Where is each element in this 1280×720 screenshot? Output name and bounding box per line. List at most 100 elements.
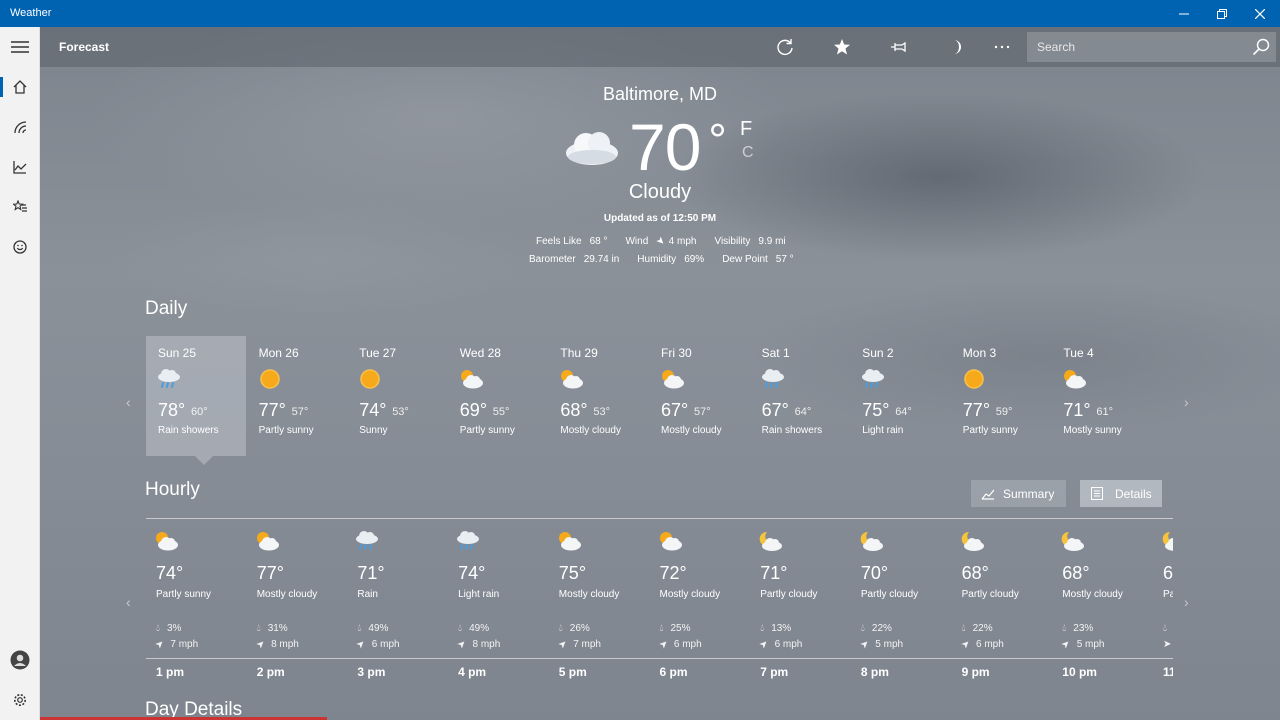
nav-maps[interactable]: [0, 111, 40, 143]
day-condition: Mostly cloudy: [560, 425, 621, 436]
daily-card[interactable]: Mon 3 77° 59° Partly sunny: [951, 336, 1051, 456]
wind-arrow-icon: ➤: [757, 637, 772, 652]
wind: Wind ➤ 4 mph: [625, 235, 697, 249]
day-name: Thu 29: [560, 346, 598, 360]
hour-condition: Pa: [1163, 589, 1173, 600]
restore-button[interactable]: [1203, 0, 1241, 27]
droplet-icon: 💧︎: [156, 623, 160, 634]
wind-value: 4 mph: [668, 236, 697, 247]
unit-fahrenheit[interactable]: F: [740, 118, 752, 141]
day-low: 53°: [593, 406, 611, 418]
refresh-button[interactable]: [773, 35, 797, 59]
daily-prev-button[interactable]: ‹: [126, 394, 131, 410]
nav-forecast[interactable]: [0, 71, 40, 103]
day-high: 71°: [1063, 400, 1091, 420]
cloud-icon: [564, 127, 620, 167]
gear-icon: [14, 694, 26, 706]
unit-celsius[interactable]: C: [742, 144, 754, 162]
updated-time: Updated as of 12:50 PM: [603, 213, 717, 224]
favorite-button[interactable]: [830, 35, 854, 59]
wind-arrow-icon: ➤: [1059, 637, 1074, 652]
visibility: Visibility 9.9 mi: [714, 236, 785, 247]
hour-precip: 💧︎ 26%: [559, 623, 590, 634]
nav-life[interactable]: [0, 231, 40, 263]
droplet-icon: 💧︎: [860, 623, 865, 634]
hour-temp: 74°: [156, 563, 184, 583]
smiley-icon: [13, 240, 27, 254]
day-condition: Partly sunny: [258, 425, 314, 436]
day-name: Sat 1: [761, 346, 790, 360]
daily-card[interactable]: Wed 28 69° 55° Partly sunny: [448, 336, 548, 456]
hour-precip: 💧︎ 31%: [257, 623, 288, 634]
precip-value: 49%: [368, 623, 389, 634]
page-title: Forecast: [59, 40, 110, 54]
search-icon[interactable]: [1252, 38, 1270, 56]
precip-value: 23%: [1073, 623, 1094, 634]
hourly-prev-button[interactable]: ‹: [126, 594, 131, 610]
feels-like-value: 68 °: [589, 236, 608, 247]
humidity-value: 69%: [684, 254, 705, 265]
settings-button[interactable]: [0, 684, 40, 716]
daily-heading: Daily: [145, 298, 188, 319]
chart-icon: [13, 161, 27, 174]
close-button[interactable]: [1241, 0, 1279, 27]
hour-wind: ➤ 8 mph: [455, 638, 500, 652]
current-condition: Cloudy: [628, 181, 692, 203]
humidity-label: Humidity: [637, 254, 677, 265]
daily-card[interactable]: Sun 25 78° 60° Rain showers: [146, 336, 246, 465]
day-name: Fri 30: [661, 346, 692, 360]
refresh-icon: [777, 39, 793, 56]
hourly-list: 74° Partly sunny 💧︎ 3% ➤ 7 mph 1 pm 77° Mostly c…: [146, 517, 1173, 687]
pin-icon: [891, 41, 906, 53]
droplet-icon: 💧︎: [1062, 623, 1067, 634]
day-condition: Mostly sunny: [1063, 425, 1122, 436]
search-box[interactable]: [1027, 32, 1276, 62]
minimize-button[interactable]: [1165, 0, 1203, 27]
pin-button[interactable]: [887, 35, 911, 59]
nav-historical[interactable]: [0, 151, 40, 183]
hour-precip: 💧︎ 23%: [1062, 623, 1093, 634]
daily-next-button[interactable]: ›: [1184, 394, 1189, 410]
day-name: Tue 4: [1063, 346, 1094, 360]
daily-card[interactable]: Tue 4 71° 61° Mostly sunny: [1051, 336, 1151, 456]
hour-precip: 💧︎ 3%: [156, 623, 181, 634]
search-input[interactable]: [1027, 32, 1247, 62]
partly-sunny-icon: [458, 368, 484, 390]
hourly-next-button[interactable]: ›: [1184, 594, 1189, 610]
details-button[interactable]: Details: [1080, 480, 1162, 507]
hour-time: 1 pm: [156, 665, 185, 679]
hour-condition: Partly cloudy: [760, 589, 818, 600]
account-button[interactable]: [0, 644, 40, 676]
wind-value: 7 mph: [170, 639, 199, 650]
hamburger-menu-button[interactable]: [0, 31, 40, 63]
daily-card[interactable]: Fri 30 67° 57° Mostly cloudy: [649, 336, 749, 456]
day-condition: Mostly cloudy: [661, 425, 722, 436]
daily-card[interactable]: Mon 26 77° 57° Partly sunny: [247, 336, 347, 456]
hour-time: 9 pm: [961, 665, 990, 679]
daily-card[interactable]: Sun 2 75° 64° Light rain: [850, 336, 950, 456]
daily-card[interactable]: Sat 1 67° 64° Rain showers: [750, 336, 850, 456]
day-high: 75°: [862, 400, 890, 420]
hour-condition: Light rain: [458, 589, 500, 600]
temperature-value: 70: [629, 110, 701, 184]
summary-button[interactable]: Summary: [971, 480, 1066, 507]
more-icon: [994, 45, 1010, 49]
wind-arrow-icon: ➤: [1163, 639, 1172, 650]
daily-card[interactable]: Tue 27 74° 53° Sunny: [347, 336, 447, 456]
rain-icon: [760, 368, 786, 390]
precip-value: 26%: [569, 623, 590, 634]
wind-label: Wind: [625, 236, 649, 247]
restore-icon: [1217, 8, 1227, 19]
hour-temp: 71°: [760, 563, 788, 583]
partly-sunny-icon: [558, 368, 584, 390]
daily-card[interactable]: Thu 29 68° 53° Mostly cloudy: [548, 336, 648, 456]
hour-temp: 75°: [558, 563, 587, 583]
hourly-heading: Hourly: [145, 479, 200, 500]
more-button[interactable]: [990, 35, 1014, 59]
nav-favorites[interactable]: [0, 191, 40, 223]
favorites-icon: [13, 200, 27, 212]
day-high: 74°: [359, 400, 387, 420]
hour-condition: Partly cloudy: [860, 589, 919, 600]
dark-mode-button[interactable]: [943, 35, 967, 59]
partly-moon-icon: [757, 530, 783, 552]
